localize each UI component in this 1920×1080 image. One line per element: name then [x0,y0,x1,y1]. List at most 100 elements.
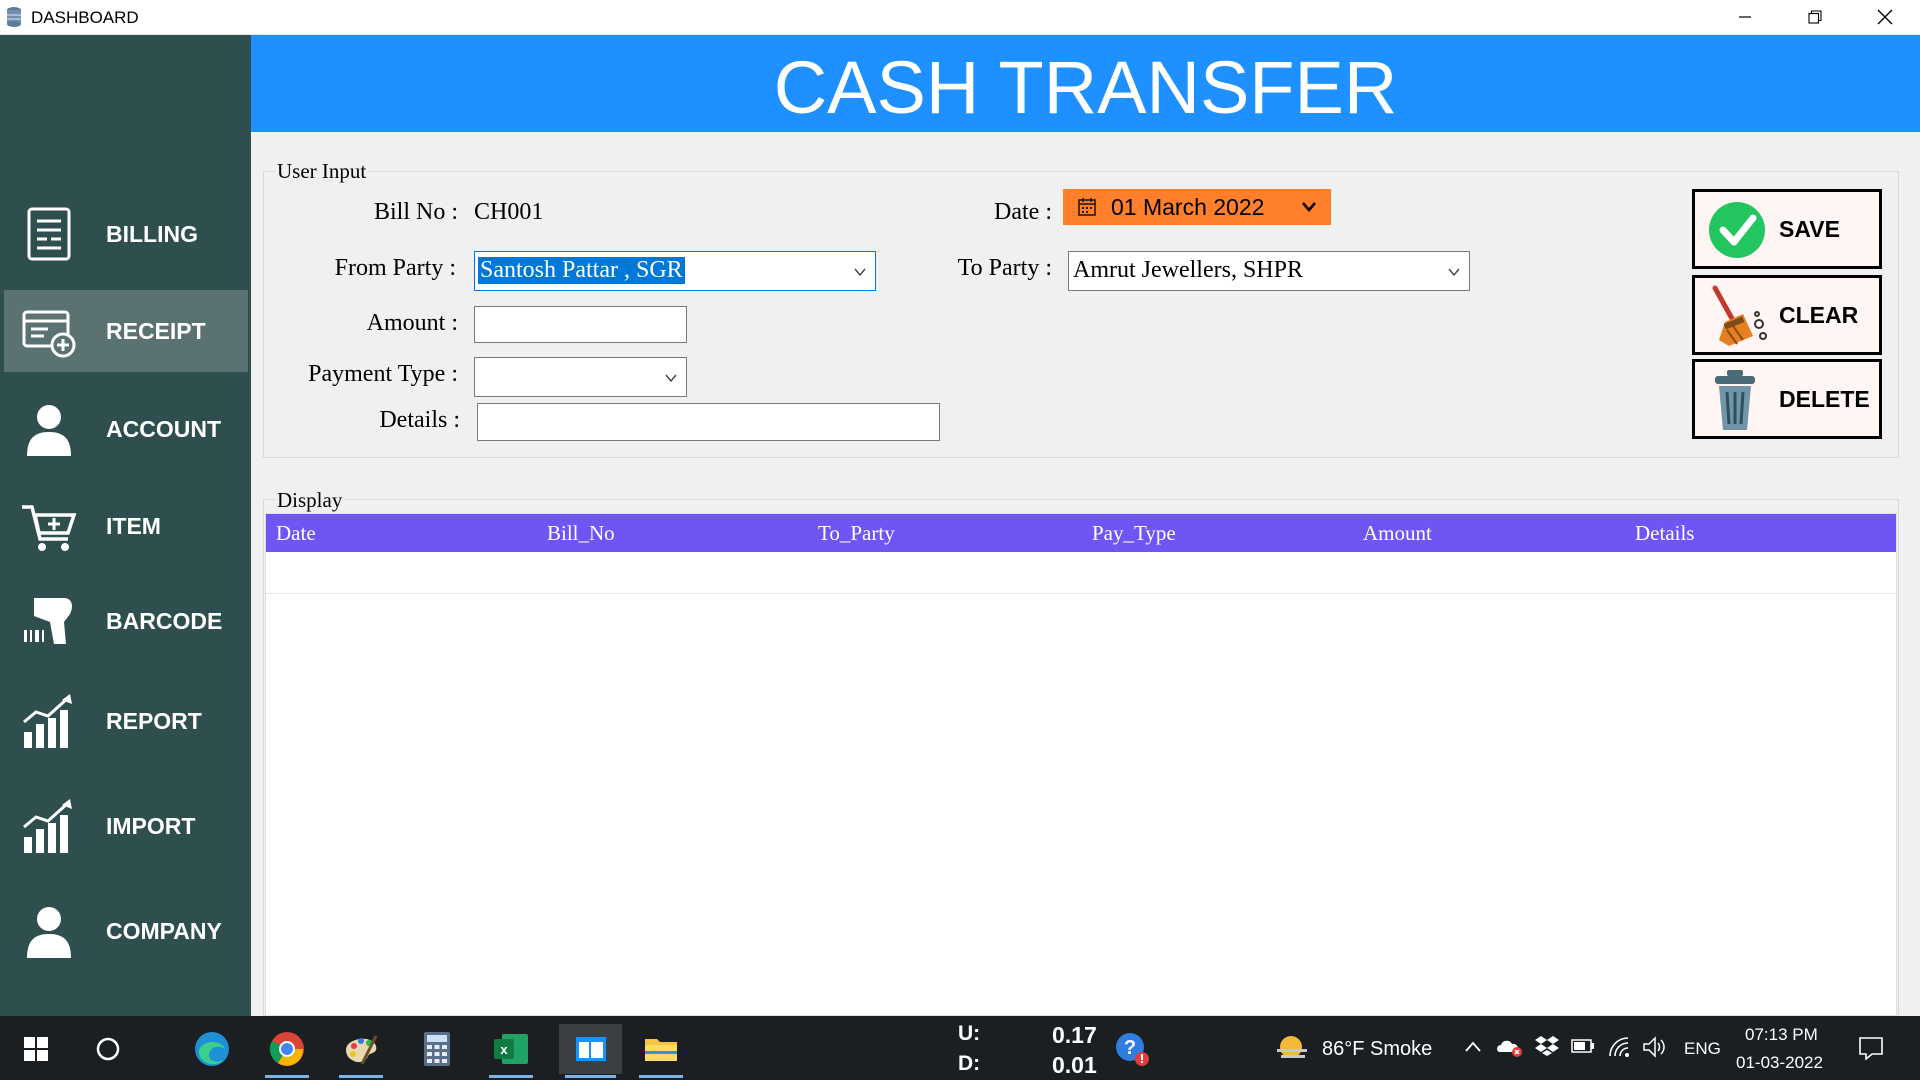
net-download-value: 0.01 [1052,1052,1097,1078]
sidebar-item-company[interactable]: COMPANY [4,890,248,972]
table-row[interactable] [266,552,1896,594]
clear-button[interactable]: CLEAR [1692,275,1882,355]
app-database-icon [7,7,21,27]
minimize-button[interactable] [1710,0,1780,34]
to-party-value: Amrut Jewellers, SHPR [1073,257,1303,283]
wifi-icon[interactable] [1608,1036,1630,1058]
close-button[interactable] [1850,0,1920,34]
notification-icon[interactable] [1858,1036,1884,1060]
app-window-icon [575,1037,606,1061]
save-label: SAVE [1779,216,1840,242]
close-icon [1877,9,1893,25]
chevron-down-icon [1302,202,1316,212]
chevron-down-icon [854,268,866,277]
svg-text:x: x [500,1042,508,1057]
cart-icon [22,505,77,551]
sidebar-item-label: BILLING [106,220,198,247]
column-header-pay-type[interactable]: Pay_Type [1092,521,1176,546]
to-party-select[interactable]: Amrut Jewellers, SHPR [1068,251,1470,291]
calendar-icon [1078,198,1096,216]
edge-icon [195,1032,229,1066]
chrome-icon [269,1032,304,1066]
svg-text:?: ? [1124,1037,1136,1059]
minimize-icon [1739,16,1751,18]
sidebar-item-import[interactable]: IMPORT [4,785,248,867]
payment-type-label: Payment Type : [308,361,458,387]
chevron-down-icon [1448,268,1460,277]
clock-date[interactable]: 01-03-2022 [1736,1053,1823,1073]
column-header-details[interactable]: Details [1635,521,1694,546]
search-button[interactable] [80,1024,136,1074]
date-label: Date : [994,199,1052,225]
weather-text[interactable]: 86°F Smoke [1322,1038,1432,1061]
column-header-date[interactable]: Date [276,521,316,546]
header-banner: CASH TRANSFER [251,35,1920,132]
check-circle-icon [1709,202,1765,258]
sidebar-item-item[interactable]: ITEM [4,485,248,567]
details-label: Details : [379,407,460,433]
from-party-label: From Party : [334,255,456,281]
broom-icon [1712,285,1767,346]
excel-icon: x [494,1034,528,1064]
taskbar-excel[interactable]: x [483,1024,539,1078]
sidebar-item-label: ITEM [106,512,161,539]
onedrive-error-icon[interactable] [1496,1036,1524,1058]
paint-icon [346,1035,378,1065]
taskbar-calculator[interactable] [409,1024,465,1074]
taskbar-active-app[interactable] [559,1024,622,1078]
company-icon [27,907,71,958]
start-button[interactable] [8,1024,64,1074]
chevron-up-icon[interactable] [1464,1040,1482,1054]
amount-label: Amount : [366,310,458,336]
help-icon: ? [1116,1033,1149,1066]
sidebar-item-account[interactable]: ACCOUNT [4,388,248,470]
taskbar: x U: 0.17 D: 0.01 ? 86°F Smoke ENG 07:13… [0,1016,1920,1080]
file-explorer-icon [645,1039,677,1061]
from-party-select[interactable]: Santosh Pattar , SGR [474,251,876,291]
save-button[interactable]: SAVE [1692,189,1882,269]
taskbar-edge[interactable] [184,1024,240,1074]
help-button[interactable]: ? [1104,1024,1160,1074]
taskbar-file-explorer[interactable] [633,1024,689,1078]
battery-icon[interactable] [1571,1039,1595,1053]
net-upload-value: 0.17 [1052,1022,1097,1048]
bill-no-value: CH001 [474,199,544,225]
sidebar-item-receipt[interactable]: RECEIPT [4,290,248,372]
sidebar-item-barcode[interactable]: BARCODE [4,580,248,662]
delete-button[interactable]: DELETE [1692,359,1882,439]
search-circle-icon [96,1037,120,1061]
taskbar-paint[interactable] [333,1024,389,1078]
title-bar: DASHBOARD [0,0,1920,35]
report-chart-icon [23,694,72,748]
sidebar-item-billing[interactable]: BILLING [4,193,248,275]
sidebar: BILLING RECEIPT ACCOUNT ITEM BARCODE REP… [0,35,251,1016]
volume-icon[interactable] [1642,1036,1666,1058]
sidebar-item-label: BARCODE [106,607,223,634]
dropbox-icon[interactable] [1535,1035,1559,1057]
import-chart-icon [23,799,72,853]
details-input[interactable] [477,403,940,441]
window-title: DASHBOARD [31,8,139,27]
weather-icon [1277,1036,1307,1058]
sidebar-item-report[interactable]: REPORT [4,680,248,762]
from-party-value: Santosh Pattar , SGR [478,257,685,284]
display-table[interactable]: Date Bill_No To_Party Pay_Type Amount De… [265,513,1897,1016]
column-header-to-party[interactable]: To_Party [818,521,895,546]
sidebar-item-label: RECEIPT [106,317,206,344]
to-party-label: To Party : [957,255,1052,281]
barcode-scanner-icon [24,598,72,644]
calculator-icon [424,1032,450,1066]
language-indicator[interactable]: ENG [1684,1039,1721,1059]
payment-type-select[interactable] [474,357,687,397]
table-header: Date Bill_No To_Party Pay_Type Amount De… [266,514,1896,552]
net-upload-label: U: [958,1022,981,1045]
column-header-amount[interactable]: Amount [1363,521,1432,546]
clock-time[interactable]: 07:13 PM [1745,1025,1818,1045]
amount-input[interactable] [474,306,687,343]
restore-icon [1808,10,1822,24]
restore-button[interactable] [1780,0,1850,34]
taskbar-chrome[interactable] [259,1024,315,1078]
date-picker[interactable]: 01 March 2022 [1063,189,1331,225]
column-header-bill-no[interactable]: Bill_No [547,521,615,546]
display-group-title: Display [275,488,345,513]
